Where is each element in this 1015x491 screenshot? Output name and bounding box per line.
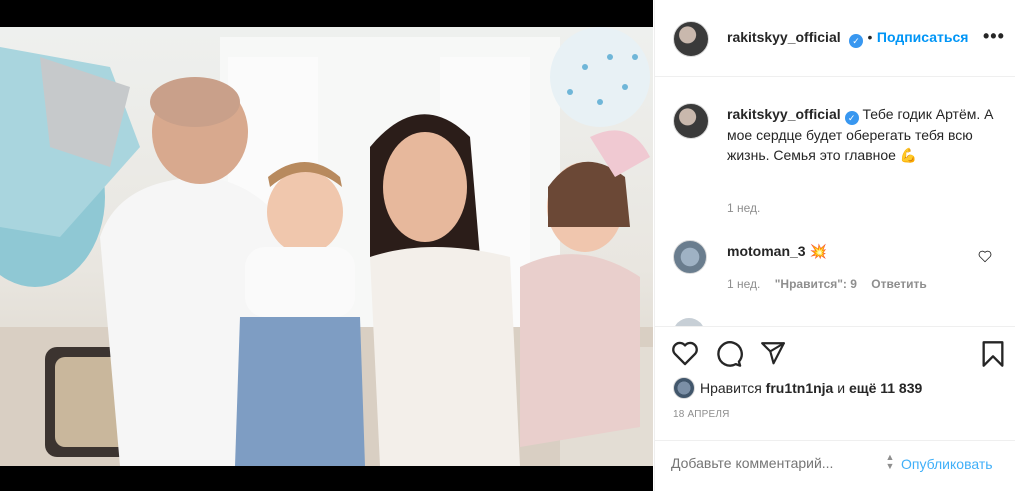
follow-button[interactable]: Подписаться — [877, 29, 969, 45]
caption-author-avatar[interactable] — [673, 103, 709, 139]
comment-icon[interactable] — [715, 340, 743, 368]
likes-count[interactable]: ещё 11 839 — [849, 380, 922, 396]
comment-like-heart-icon[interactable] — [978, 250, 992, 263]
more-options-icon[interactable]: ••• — [983, 26, 1005, 47]
photo-illustration — [0, 27, 653, 466]
caption-username[interactable]: rakitskyy_official — [727, 106, 841, 122]
post-header: rakitskyy_official ✓ • Подписаться — [727, 29, 968, 48]
publish-button[interactable]: Опубликовать — [901, 456, 993, 472]
post-side-panel: rakitskyy_official ✓ • Подписаться ••• r… — [654, 0, 1015, 491]
comment-row: motoman_3 💥 — [727, 243, 827, 260]
bookmark-icon[interactable] — [981, 340, 1005, 368]
reply-button[interactable]: Ответить — [871, 277, 926, 291]
comment-input[interactable] — [671, 452, 881, 474]
commenter-avatar[interactable] — [673, 240, 707, 274]
comment-likes[interactable]: "Нравится": 9 — [775, 277, 857, 291]
comment-username[interactable]: motoman_3 — [727, 243, 806, 259]
likes-prefix: Нравится — [700, 380, 762, 396]
heart-icon[interactable] — [671, 340, 699, 366]
collision-emoji: 💥 — [809, 243, 827, 259]
scroll-arrows-icon[interactable]: ▲ ▼ — [883, 453, 897, 471]
post-date[interactable]: 18 АПРЕЛЯ — [673, 409, 730, 420]
next-comment-avatar — [673, 318, 705, 326]
comment-time[interactable]: 1 нед. — [727, 277, 760, 291]
verified-badge-icon: ✓ — [849, 34, 864, 48]
verified-badge-icon: ✓ — [844, 111, 859, 125]
flexed-biceps-emoji: 💪 — [899, 147, 918, 163]
post-media[interactable] — [0, 0, 653, 491]
likes-connector: и — [837, 380, 846, 396]
header-divider — [655, 76, 1015, 77]
author-username[interactable]: rakitskyy_official — [727, 29, 841, 45]
caption-block: rakitskyy_official ✓ Тебе годик Артём. А … — [727, 104, 997, 165]
share-icon[interactable] — [759, 340, 787, 366]
comment-box-divider — [655, 440, 1015, 441]
likes-summary: Нравится fru1tn1nja и ещё 11 839 — [700, 380, 922, 396]
comments-divider — [655, 326, 1015, 327]
header-dot-separator: • — [867, 29, 873, 45]
liker-avatar[interactable] — [673, 377, 695, 399]
caption-time[interactable]: 1 нед. — [727, 201, 760, 215]
author-avatar[interactable] — [673, 21, 709, 57]
comment-meta: 1 нед. "Нравится": 9 Ответить — [727, 277, 927, 291]
liker-username[interactable]: fru1tn1nja — [766, 380, 834, 396]
family-photo[interactable] — [0, 27, 653, 466]
